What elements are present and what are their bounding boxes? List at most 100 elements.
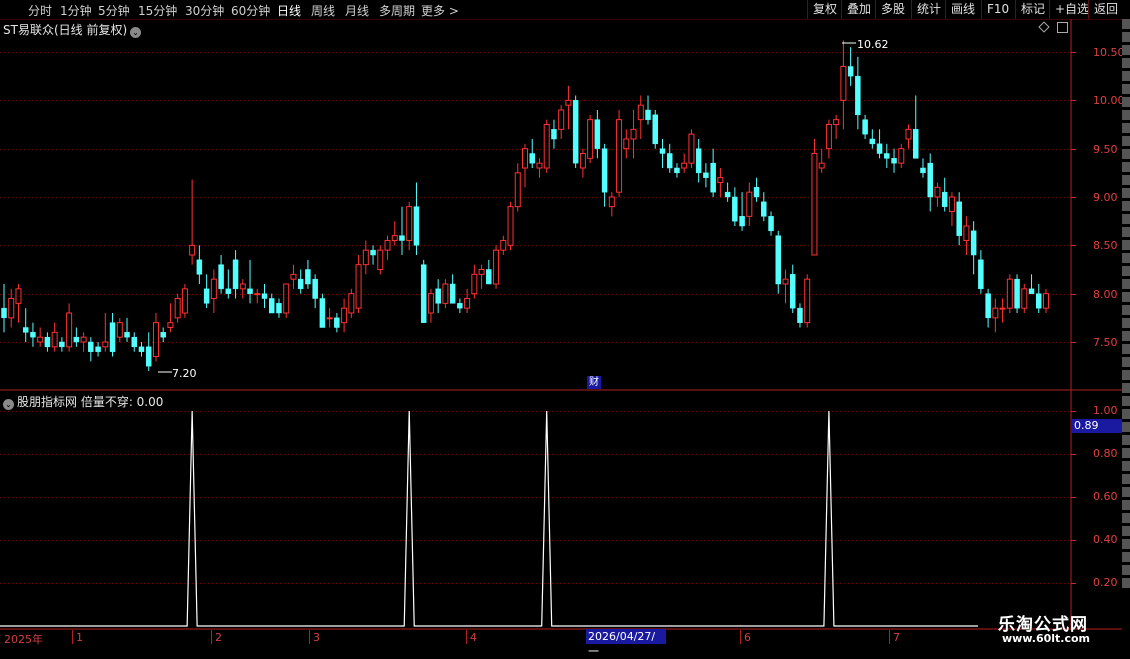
- candle: [652, 110, 658, 149]
- candle-body: [551, 129, 557, 140]
- period-1min[interactable]: 1分钟: [60, 2, 92, 19]
- candle-body: [1, 307, 7, 319]
- indicator-title[interactable]: ⌄ 股朋指标网 倍量不穿: 0.00: [3, 393, 163, 410]
- period-15min[interactable]: 15分钟: [138, 2, 177, 19]
- candle: [478, 264, 485, 289]
- candle: [486, 259, 492, 285]
- back-button[interactable]: 返回: [1088, 0, 1130, 19]
- period-60min[interactable]: 60分钟: [231, 2, 270, 19]
- side-panel-glyph: [1122, 539, 1130, 549]
- price-tick: 9.50: [1093, 143, 1118, 156]
- candle: [855, 56, 861, 130]
- candle-body: [594, 119, 601, 149]
- candle-body: [189, 244, 196, 256]
- candle: [739, 192, 745, 231]
- candle: [913, 95, 919, 159]
- candle: [196, 245, 203, 284]
- side-panel-edge[interactable]: [1122, 19, 1130, 631]
- side-panel-glyph: [1122, 396, 1130, 406]
- period-daily[interactable]: 日线: [277, 2, 301, 19]
- mark-button[interactable]: 标记: [1015, 0, 1050, 19]
- candle-body: [210, 278, 217, 299]
- candle-body: [753, 187, 760, 198]
- side-panel-glyph: [1122, 84, 1130, 94]
- period-weekly[interactable]: 周线: [311, 2, 335, 19]
- candle-body: [283, 283, 290, 314]
- candle-body: [999, 307, 1006, 310]
- diamond-icon[interactable]: [1038, 21, 1050, 33]
- f10-button[interactable]: F10: [981, 0, 1014, 19]
- candle: [174, 293, 181, 323]
- candle: [493, 245, 500, 289]
- side-panel-glyph: [1122, 526, 1130, 536]
- candle: [413, 182, 420, 255]
- chart-title[interactable]: ST易联众(日线 前复权) ⌄: [3, 21, 142, 38]
- period-fenshi[interactable]: 分时: [28, 2, 52, 19]
- candle: [811, 139, 818, 256]
- candle: [384, 235, 391, 260]
- candle-body: [608, 196, 615, 208]
- period-multi[interactable]: 多周期: [379, 2, 415, 19]
- dropdown-icon[interactable]: ⌄: [130, 27, 142, 38]
- candle-body: [978, 259, 984, 290]
- side-panel-glyph: [1122, 240, 1130, 250]
- candle: [992, 298, 999, 333]
- candle-body: [674, 167, 680, 174]
- candle-body: [493, 249, 500, 285]
- candle-body: [797, 307, 803, 323]
- side-panel-glyph: [1122, 409, 1130, 419]
- candle: [804, 274, 811, 328]
- candle-body: [739, 216, 745, 227]
- period-30min[interactable]: 30分钟: [185, 2, 224, 19]
- candle-body: [884, 153, 890, 159]
- window-toggle-icon[interactable]: [1057, 22, 1068, 33]
- candle: [420, 259, 427, 323]
- candle-body: [688, 133, 695, 164]
- multi-stock-button[interactable]: 多股: [875, 0, 910, 19]
- candle: [746, 182, 753, 226]
- candle-body: [131, 336, 137, 348]
- fuquan-button[interactable]: 复权: [807, 0, 842, 19]
- candle: [391, 221, 398, 246]
- side-panel-glyph: [1122, 461, 1130, 471]
- candle: [239, 279, 246, 299]
- candle-body: [623, 138, 630, 150]
- finance-marker[interactable]: 财: [587, 376, 601, 389]
- candle-body: [782, 278, 789, 285]
- indicator-dropdown-icon[interactable]: ⌄: [3, 399, 14, 410]
- side-panel-glyph: [1122, 578, 1130, 588]
- candle-body: [855, 75, 861, 116]
- candle-body: [941, 191, 948, 207]
- candle: [449, 274, 456, 304]
- candle-body: [840, 66, 847, 101]
- candle: [630, 110, 637, 159]
- month-label: 6: [744, 631, 751, 644]
- candle-body: [1036, 293, 1042, 309]
- candle-body: [869, 138, 876, 145]
- candle: [297, 269, 304, 294]
- candle-body: [927, 162, 933, 198]
- period-monthly[interactable]: 月线: [345, 2, 369, 19]
- indicator-name: 股朋指标网 倍量不穿: 0.00: [17, 395, 164, 409]
- indicator-tick: 0.80: [1093, 447, 1118, 460]
- period-more[interactable]: 更多 >: [421, 2, 459, 19]
- side-panel-glyph: [1122, 253, 1130, 263]
- candle: [232, 250, 239, 299]
- candle: [732, 187, 738, 226]
- candle-body: [1043, 293, 1049, 309]
- candle-body: [391, 235, 398, 242]
- kline-chart: [0, 19, 1122, 644]
- overlay-button[interactable]: 叠加: [841, 0, 876, 19]
- candle-body: [254, 293, 261, 296]
- indicator-group: [0, 410, 978, 627]
- draw-line-button[interactable]: 画线: [945, 0, 980, 19]
- candle-body: [724, 191, 731, 198]
- main-grid: [0, 52, 1076, 343]
- candle: [551, 119, 557, 149]
- side-panel-glyph: [1122, 45, 1130, 55]
- candle-body: [659, 148, 666, 154]
- candle: [362, 240, 369, 275]
- period-5min[interactable]: 5分钟: [98, 2, 130, 19]
- stats-button[interactable]: 统计: [911, 0, 946, 19]
- candle-body: [913, 129, 919, 159]
